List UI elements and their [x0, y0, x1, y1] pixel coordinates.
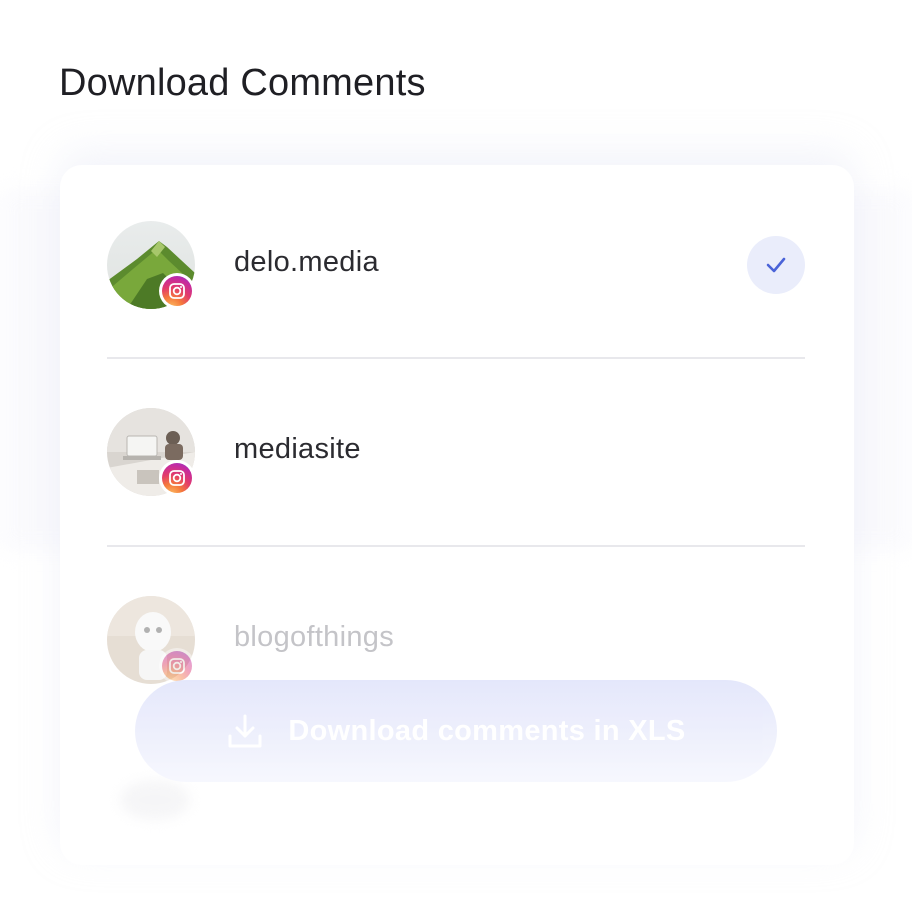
- account-row-blogofthings[interactable]: blogofthings: [107, 596, 805, 684]
- download-icon: [226, 712, 264, 750]
- account-name: mediasite: [234, 433, 361, 465]
- account-row-delo-media[interactable]: delo.media: [107, 221, 805, 309]
- divider: [107, 357, 805, 359]
- check-icon: [766, 257, 786, 273]
- instagram-badge-icon: [159, 648, 195, 684]
- download-button-label: Download comments in XLS: [288, 714, 686, 747]
- instagram-badge-icon: [159, 460, 195, 496]
- account-name: delo.media: [234, 246, 379, 278]
- selected-check-button[interactable]: [747, 236, 805, 294]
- divider: [107, 545, 805, 547]
- account-name: blogofthings: [234, 621, 394, 653]
- page-title: Download Comments: [59, 62, 426, 104]
- instagram-badge-icon: [159, 273, 195, 309]
- download-xls-button[interactable]: Download comments in XLS: [135, 680, 777, 782]
- download-comments-screen: Download Comments delo.media mediasite b…: [0, 0, 912, 912]
- account-row-mediasite[interactable]: mediasite: [107, 408, 805, 496]
- faded-avatar: [120, 780, 190, 820]
